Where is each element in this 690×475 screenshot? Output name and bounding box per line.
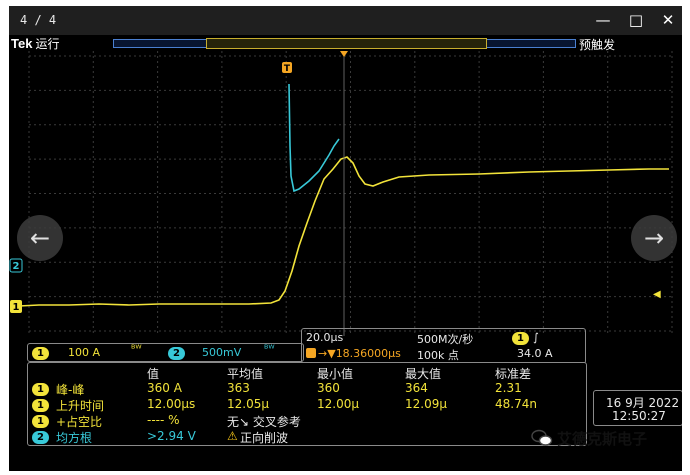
trigger-level-arrow[interactable]: ◀ [653,289,661,300]
row-std: 48.74n [495,397,537,411]
ch1-bw-limit: ᴮᵂ [131,344,142,355]
row-badge: 1 [32,383,49,396]
watermark-text: 艾德克斯电子 [557,430,648,448]
waveform-display[interactable]: T 2 1 ◀ [9,51,682,336]
title-bar: 4 / 4 — □ ✕ [9,6,682,35]
ch2-ground-marker[interactable]: 2 [9,258,23,273]
row-note: 正向削波 [240,431,289,445]
measurement-header: 值 平均值 最小值 最大值 标准差 [32,365,582,381]
ch1-scale: 100 A [68,346,101,359]
sample-rate: 500M次/秒 [417,333,474,346]
close-icon[interactable]: ✕ [658,11,678,29]
trigger-source-badge: 1 [512,332,529,345]
wechat-icon [531,429,553,447]
row-value: 360 A [147,381,182,395]
row-value: 12.00μs [147,397,196,411]
row-name: +占空比 [56,415,103,429]
header-min: 最小值 [317,367,354,381]
row-max: 12.09μ [405,397,447,411]
trigger-delay-icon [306,348,316,358]
row-name: 均方根 [56,431,93,445]
ch2-badge: 2 [168,347,185,360]
minimize-icon[interactable]: — [593,11,613,29]
row-value: >2.94 V [147,429,196,443]
warning-icon: ⚠ [227,429,238,443]
ch1-ground-marker[interactable]: 1 [10,300,22,313]
measurement-table[interactable]: 值 平均值 最小值 最大值 标准差 1 峰-峰 360 A 363 360 36… [27,362,587,446]
trigger-level: 34.0 A [517,347,553,360]
measurement-row-rms[interactable]: 2 均方根 >2.94 V ⚠ 正向削波 [32,429,582,445]
maximize-icon[interactable]: □ [626,11,646,29]
record-length: 100k 点 [417,349,459,362]
prev-arrow-icon[interactable]: ← [17,215,63,261]
row-max: 364 [405,381,428,395]
watermark: 艾德克斯电子 [531,428,647,449]
row-name: 峰-峰 [56,383,85,397]
row-badge: 1 [32,415,49,428]
row-name: 上升时间 [56,399,105,413]
row-badge: 1 [32,399,49,412]
datetime-box: 16 9月 2022 12:50:27 [593,390,682,426]
measurement-row-risetime[interactable]: 1 上升时间 12.00μs 12.05μ 12.00μ 12.09μ 48.7… [32,397,582,413]
trigger-slope-icon: ∫ [533,331,539,344]
brand-logo: Tek [11,36,33,51]
measurement-row-pk2pk[interactable]: 1 峰-峰 360 A 363 360 364 2.31 [32,381,582,397]
trigger-t-label: T [284,64,291,74]
row-value: ---- % [147,413,180,427]
ch2-scale: 500mV [202,346,242,359]
page-indicator: 4 / 4 [20,13,57,27]
record-view-window[interactable] [206,38,487,49]
time: 12:50:27 [612,409,666,423]
row-note: 无↘ 交叉参考 [227,415,301,429]
delay-arrow-icon: →▼ [318,347,336,360]
header-value: 值 [147,367,160,381]
measurement-row-duty[interactable]: 1 +占空比 ---- % 无↘ 交叉参考 [32,413,582,429]
oscilloscope-window: 4 / 4 — □ ✕ Tek 运行 预触发 T 2 1 ◀ ← → 1 100… [9,6,682,471]
timebase: 20.0μs [306,331,344,344]
brand-run-state: Tek 运行 [11,35,59,52]
header-max: 最大值 [405,367,442,381]
row-mean: 363 [227,381,250,395]
row-badge: 2 [32,431,49,444]
horizontal-trigger-settings[interactable]: 20.0μs 500M次/秒 1 ∫ →▼18.36000μs 100k 点 34… [301,328,586,364]
header-std: 标准差 [495,367,532,381]
run-state: 运行 [35,37,60,51]
header-mean: 平均值 [227,367,264,381]
row-mean: 12.05μ [227,397,269,411]
row-std: 2.31 [495,381,522,395]
ch1-marker-label: 1 [13,302,20,313]
trigger-t-marker: T [282,62,292,74]
row-min: 12.00μ [317,397,359,411]
ch1-badge: 1 [32,347,49,360]
channel-settings[interactable]: 1 100 A ᴮᵂ 2 500mV ᴮᵂ [27,343,304,362]
ch2-marker-label: 2 [13,261,20,272]
row-min: 360 [317,381,340,395]
ch2-bw-limit: ᴮᵂ [264,344,275,355]
trigger-delay: 18.36000μs [335,347,401,360]
next-arrow-icon[interactable]: → [631,215,677,261]
